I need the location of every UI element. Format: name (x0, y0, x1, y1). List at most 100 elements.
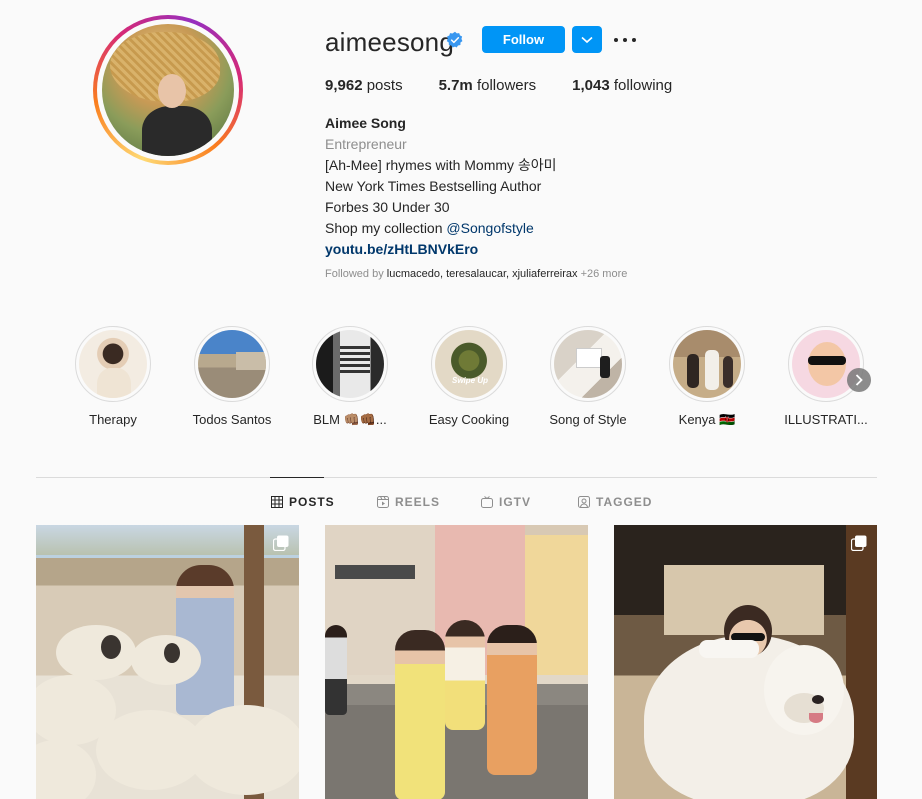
highlight-song-of-style[interactable]: Song of Style (533, 326, 643, 427)
highlight-wall (236, 352, 266, 370)
profile-username: aimeesong (325, 27, 454, 57)
tab-label: POSTS (289, 495, 335, 509)
highlight-ring (194, 326, 270, 402)
post-thumbnail[interactable] (614, 525, 877, 799)
highlight-phone (600, 356, 610, 378)
more-options-icon[interactable] (613, 28, 637, 52)
reels-icon (377, 496, 389, 508)
chevron-down-icon (581, 36, 593, 44)
highlight-therapy[interactable]: Therapy (58, 326, 168, 427)
grid-icon (271, 496, 283, 508)
highlight-figure (687, 354, 699, 388)
post-woman (487, 625, 537, 775)
highlight-ring: Swipe Up (431, 326, 507, 402)
highlight-figure (723, 356, 733, 388)
followed-by-prefix: Followed by (325, 268, 387, 280)
posts-label: posts (362, 77, 403, 94)
followed-by-more: +26 more (577, 268, 628, 280)
avatar-face (158, 74, 186, 108)
posts-count: 9,962 (325, 77, 363, 94)
bio-line-1: [Ah-Mee] rhymes with Mommy 송아미 (325, 157, 557, 173)
highlight-label: Easy Cooking (428, 412, 510, 427)
tagged-icon (578, 496, 590, 508)
post-wooden-post (846, 525, 877, 799)
bio-line-4-prefix: Shop my collection (325, 220, 447, 236)
highlight-figure (705, 350, 719, 390)
highlight-label: Song of Style (549, 412, 627, 427)
post-thumbnail[interactable] (36, 525, 299, 799)
highlight-cover (673, 330, 741, 398)
bio-line-3: Forbes 30 Under 30 (325, 199, 450, 215)
tab-igtv[interactable]: IGTV (481, 495, 531, 509)
post-sheep (36, 740, 96, 799)
highlight-todos-santos[interactable]: Todos Santos (177, 326, 287, 427)
highlight-label: ILLUSTRATI... (784, 412, 868, 427)
post-dog-tongue (809, 713, 823, 723)
post-woman (395, 630, 445, 799)
highlights-next-button[interactable] (847, 368, 871, 392)
tab-tagged[interactable]: TAGGED (578, 495, 652, 509)
bio-category: Entrepreneur (325, 136, 407, 152)
post-woman (445, 620, 485, 730)
highlight-ring (75, 326, 151, 402)
carousel-icon (851, 535, 867, 551)
avatar-image (102, 24, 234, 156)
highlight-cover (198, 330, 266, 398)
avatar-inner (97, 19, 239, 161)
followers-stat[interactable]: 5.7m followers (439, 77, 537, 94)
post-thumbnail[interactable] (325, 525, 588, 799)
tab-posts[interactable]: POSTS (271, 495, 335, 509)
igtv-icon (481, 496, 493, 508)
dot (614, 38, 618, 42)
tab-label: TAGGED (596, 495, 653, 509)
following-label: following (609, 77, 673, 94)
highlight-easy-cooking[interactable]: Swipe Up Easy Cooking (414, 326, 524, 427)
following-count: 1,043 (572, 77, 610, 94)
highlight-cover (79, 330, 147, 398)
highlight-blm[interactable]: BLM 👊🏽👊🏾... (295, 326, 405, 428)
dot (632, 38, 636, 42)
highlight-paper (576, 348, 602, 368)
post-woman-arm (699, 640, 759, 658)
highlight-label: Todos Santos (192, 412, 272, 427)
highlight-swipe-up: Swipe Up (451, 376, 488, 385)
tab-label: IGTV (499, 495, 532, 509)
post-balcony (335, 565, 415, 579)
highlight-sign-text (340, 346, 370, 349)
followers-count: 5.7m (438, 77, 473, 94)
verified-badge-icon (446, 31, 463, 48)
post-sheep (56, 625, 136, 680)
highlight-label: Therapy (89, 412, 137, 427)
highlight-illustrated-sunglasses (808, 356, 846, 365)
following-stat[interactable]: 1,043 following (572, 77, 672, 94)
highlight-cover (554, 330, 622, 398)
chevron-right-icon (855, 374, 863, 386)
bio-name: Aimee Song (325, 115, 406, 131)
highlight-figure (97, 368, 131, 398)
bio-line-4: Shop my collection @Songofstyle (325, 218, 557, 239)
follow-button[interactable]: Follow (482, 26, 565, 53)
bio-mention-link[interactable]: @Songofstyle (446, 220, 533, 236)
post-dog-nose (812, 695, 824, 704)
tab-reels[interactable]: REELS (377, 495, 440, 509)
highlight-cover: Swipe Up (435, 330, 503, 398)
highlight-label: Kenya 🇰🇪 (678, 412, 736, 427)
profile-stats: 9,962 posts 5.7m followers 1,043 followi… (325, 77, 708, 94)
tab-label: REELS (395, 495, 441, 509)
highlight-ring (669, 326, 745, 402)
post-sheep-head (101, 635, 121, 659)
highlight-label: BLM 👊🏽👊🏾... (313, 412, 387, 427)
profile-avatar[interactable] (93, 15, 243, 165)
post-sheep-head (164, 643, 180, 663)
followed-by[interactable]: Followed by lucmacedo, teresalaucar, xju… (325, 268, 627, 280)
avatar-body (142, 106, 212, 156)
post-person (325, 625, 347, 715)
suggested-accounts-button[interactable] (572, 26, 602, 53)
followers-label: followers (472, 77, 537, 94)
post-sheep (186, 705, 299, 795)
tabs-divider (36, 477, 877, 478)
bio-external-link[interactable]: youtu.be/zHtLBNVkEro (325, 239, 557, 260)
profile-bio: Aimee Song Entrepreneur [Ah-Mee] rhymes … (325, 113, 557, 260)
highlight-kenya[interactable]: Kenya 🇰🇪 (652, 326, 762, 428)
highlight-ring (312, 326, 388, 402)
